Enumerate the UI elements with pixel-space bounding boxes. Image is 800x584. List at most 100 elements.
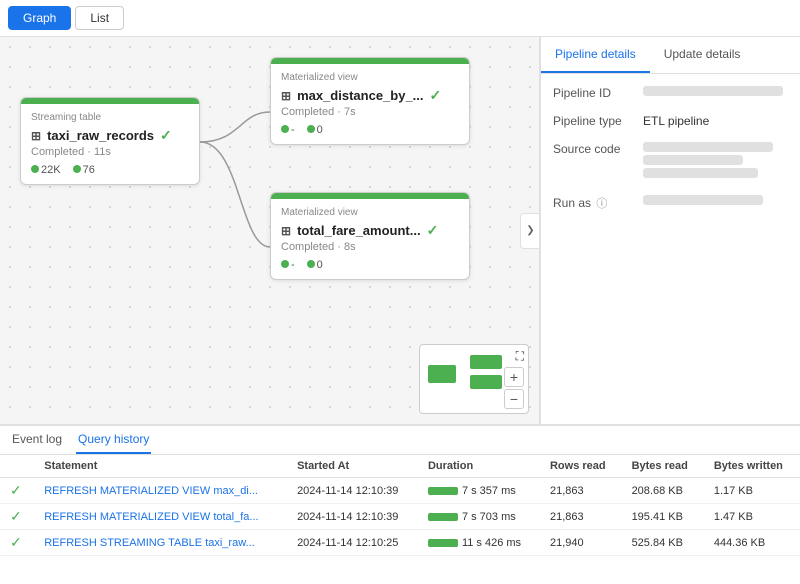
event-log-tab[interactable]: Event log	[10, 426, 64, 454]
zoom-out-button[interactable]: −	[504, 389, 524, 409]
status-ok-icon: ✓	[10, 508, 22, 524]
col-header-statement	[0, 455, 34, 478]
source-code-label: Source code	[553, 142, 643, 181]
col-header-bytes-written: Bytes written	[704, 455, 800, 478]
minimap: ⛶ + −	[419, 344, 529, 414]
stat2-mv1: 0	[307, 124, 323, 136]
pipeline-type-row: Pipeline type ETL pipeline	[553, 114, 788, 128]
dot2	[73, 165, 81, 173]
bottom-panel-tabs: Event log Query history	[0, 426, 800, 455]
statement-link[interactable]: REFRESH MATERIALIZED VIEW total_fa...	[44, 511, 258, 523]
row-duration: 7 s 357 ms	[418, 478, 540, 504]
graph-area[interactable]: Streaming table ⊞ taxi_raw_records ✓ Com…	[0, 37, 540, 424]
table-icon-mv1: ⊞	[281, 89, 291, 103]
dot1-mv1	[281, 125, 289, 133]
mini-node-mv2	[470, 375, 502, 389]
zoom-in-button[interactable]: +	[504, 367, 524, 387]
panel-body: Pipeline ID Pipeline type ETL pipeline S…	[541, 74, 800, 424]
node-status: Completed · 11s	[31, 146, 189, 158]
run-as-info-icon: ⓘ	[596, 198, 607, 210]
row-started-at: 2024-11-14 12:10:39	[287, 478, 418, 504]
list-tab-button[interactable]: List	[75, 6, 124, 30]
node-body-mv1: Materialized view ⊞ max_distance_by_... …	[271, 64, 469, 144]
row-bytes-written: 1.17 KB	[704, 478, 800, 504]
panel-tabs: Pipeline details Update details	[541, 37, 800, 74]
tab-pipeline-details[interactable]: Pipeline details	[541, 37, 650, 73]
node-body-mv2: Materialized view ⊞ total_fare_amount...…	[271, 199, 469, 279]
tab-update-details[interactable]: Update details	[650, 37, 755, 73]
row-rows-read: 21,940	[540, 530, 622, 556]
toolbar: Graph List	[0, 0, 800, 37]
dot2-mv2	[307, 260, 315, 268]
row-status: ✓	[0, 504, 34, 530]
dot1-mv2	[281, 260, 289, 268]
row-status: ✓	[0, 478, 34, 504]
node-body: Streaming table ⊞ taxi_raw_records ✓ Com…	[21, 104, 199, 184]
stat1-mv2: -	[281, 259, 295, 271]
row-duration: 7 s 703 ms	[418, 504, 540, 530]
pipeline-type-value: ETL pipeline	[643, 114, 788, 128]
source-code-row: Source code	[553, 142, 788, 181]
row-bytes-written: 1.47 KB	[704, 504, 800, 530]
pipeline-id-value	[643, 86, 783, 100]
statement-link[interactable]: REFRESH MATERIALIZED VIEW max_di...	[44, 485, 258, 497]
stat2-mv2: 0	[307, 259, 323, 271]
row-statement[interactable]: REFRESH MATERIALIZED VIEW total_fa...	[34, 504, 287, 530]
col-header-bytes-read: Bytes read	[622, 455, 704, 478]
mini-node-mv1	[470, 355, 502, 369]
node-title-text-mv2: total_fare_amount...	[297, 223, 421, 238]
source-code-value	[643, 142, 773, 181]
table-row[interactable]: ✓ REFRESH STREAMING TABLE taxi_raw... 20…	[0, 530, 800, 556]
table-header: Statement Started At Duration Rows read …	[0, 455, 800, 478]
col-header-statement-text: Statement	[34, 455, 287, 478]
check-icon-mv1: ✓	[430, 87, 442, 104]
row-duration: 11 s 426 ms	[418, 530, 540, 556]
stat1: 22K	[31, 164, 61, 176]
table-row[interactable]: ✓ REFRESH MATERIALIZED VIEW max_di... 20…	[0, 478, 800, 504]
row-started-at: 2024-11-14 12:10:39	[287, 504, 418, 530]
graph-tab-button[interactable]: Graph	[8, 6, 71, 30]
status-ok-icon: ✓	[10, 482, 22, 498]
row-rows-read: 21,863	[540, 504, 622, 530]
minimap-zoom-controls: + −	[504, 367, 524, 409]
sidebar-toggle-button[interactable]: ❯	[520, 213, 540, 249]
query-history-table: Statement Started At Duration Rows read …	[0, 455, 800, 556]
node-title-mv2: ⊞ total_fare_amount... ✓	[281, 222, 459, 239]
source-code-blur2	[643, 155, 743, 165]
statement-link[interactable]: REFRESH STREAMING TABLE taxi_raw...	[44, 537, 254, 549]
source-code-blur1	[643, 142, 773, 152]
status-ok-icon: ✓	[10, 534, 22, 550]
run-as-label: Run as ⓘ	[553, 195, 643, 211]
duration-bar	[428, 487, 458, 495]
row-statement[interactable]: REFRESH STREAMING TABLE taxi_raw...	[34, 530, 287, 556]
node-mv2[interactable]: Materialized view ⊞ total_fare_amount...…	[270, 192, 470, 280]
node-title-mv1: ⊞ max_distance_by_... ✓	[281, 87, 459, 104]
col-header-duration: Duration	[418, 455, 540, 478]
node-title-text-mv1: max_distance_by_...	[297, 88, 423, 103]
right-panel: Pipeline details Update details Pipeline…	[540, 37, 800, 424]
run-as-blur	[643, 195, 763, 205]
node-mv1[interactable]: Materialized view ⊞ max_distance_by_... …	[270, 57, 470, 145]
row-bytes-written: 444.36 KB	[704, 530, 800, 556]
table-header-row: Statement Started At Duration Rows read …	[0, 455, 800, 478]
duration-bar	[428, 539, 458, 547]
row-status: ✓	[0, 530, 34, 556]
row-bytes-read: 208.68 KB	[622, 478, 704, 504]
main-content: Streaming table ⊞ taxi_raw_records ✓ Com…	[0, 37, 800, 424]
query-history-tab[interactable]: Query history	[76, 426, 151, 454]
expand-icon[interactable]: ⛶	[516, 349, 524, 364]
table-row[interactable]: ✓ REFRESH MATERIALIZED VIEW total_fa... …	[0, 504, 800, 530]
stat2: 76	[73, 164, 95, 176]
node-type-label-mv1: Materialized view	[281, 72, 459, 83]
dot2-mv1	[307, 125, 315, 133]
node-stats-mv2: - 0	[281, 259, 459, 271]
row-statement[interactable]: REFRESH MATERIALIZED VIEW max_di...	[34, 478, 287, 504]
dot1	[31, 165, 39, 173]
node-streaming-table[interactable]: Streaming table ⊞ taxi_raw_records ✓ Com…	[20, 97, 200, 185]
node-type-label-mv2: Materialized view	[281, 207, 459, 218]
pipeline-id-blur	[643, 86, 783, 96]
node-status-mv2: Completed · 8s	[281, 241, 459, 253]
row-bytes-read: 195.41 KB	[622, 504, 704, 530]
table-icon-mv2: ⊞	[281, 224, 291, 238]
node-stats-mv1: - 0	[281, 124, 459, 136]
